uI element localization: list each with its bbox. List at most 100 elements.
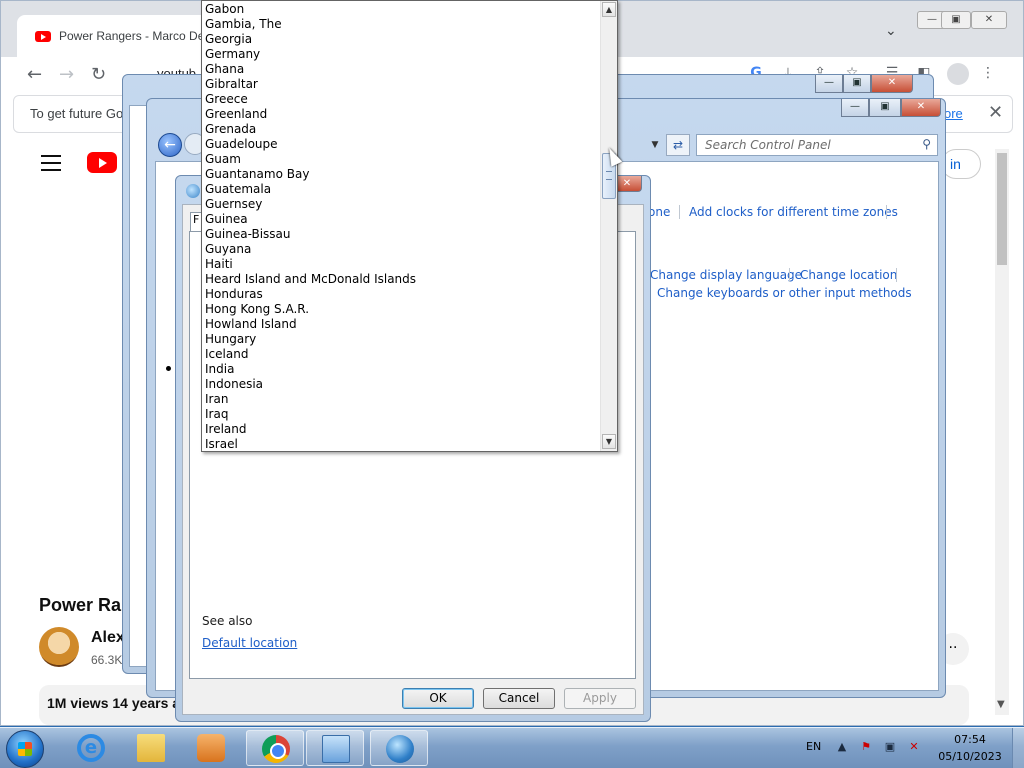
change-location-link[interactable]: Change location	[800, 268, 897, 282]
control-panel-icon	[322, 735, 350, 763]
chrome-menu-icon[interactable]: ⋮	[979, 65, 997, 83]
link-separator	[789, 268, 790, 282]
default-location-link[interactable]: Default location	[202, 636, 297, 650]
infobar-close-icon[interactable]: ✕	[988, 102, 1003, 123]
magnifier-icon[interactable]: ⚲	[922, 137, 931, 151]
youtube-logo[interactable]	[87, 152, 117, 173]
time-zone-link[interactable]: one	[648, 205, 670, 219]
cp-maximize-button[interactable]: ▣	[869, 99, 901, 117]
cp-minimize-button[interactable]: —	[841, 99, 869, 117]
country-option[interactable]: Honduras	[205, 287, 597, 302]
country-option[interactable]: Indonesia	[205, 377, 597, 392]
country-option[interactable]: Ghana	[205, 62, 597, 77]
network-icon[interactable]: ▣	[882, 740, 898, 756]
tab-title: Power Rangers - Marco Des	[59, 29, 211, 43]
region-globe-icon	[186, 184, 200, 198]
country-option[interactable]: Grenada	[205, 122, 597, 137]
country-option[interactable]: Guam	[205, 152, 597, 167]
country-option[interactable]: Gambia, The	[205, 17, 597, 32]
show-hidden-icons-icon[interactable]: ▲	[834, 740, 850, 756]
change-display-language-link[interactable]: Change display language	[650, 268, 802, 282]
back-arrow-icon[interactable]: ←	[27, 64, 42, 85]
page-scrollbar-thumb[interactable]	[997, 153, 1007, 265]
taskbar-control-panel-button[interactable]	[306, 730, 364, 766]
address-dropdown-icon[interactable]: ▼	[646, 136, 664, 154]
country-option[interactable]: Guadeloupe	[205, 137, 597, 152]
country-option[interactable]: Greece	[205, 92, 597, 107]
link-separator	[679, 205, 680, 219]
chrome-maximize-button[interactable]: ▣	[941, 11, 971, 29]
country-option[interactable]: Hong Kong S.A.R.	[205, 302, 597, 317]
forward-arrow-icon[interactable]: →	[59, 64, 74, 85]
country-option[interactable]: Haiti	[205, 257, 597, 272]
country-option[interactable]: Germany	[205, 47, 597, 62]
show-desktop-button[interactable]	[1012, 728, 1024, 768]
scroll-up-arrow-icon[interactable]: ▲	[602, 2, 616, 17]
country-option[interactable]: Guantanamo Bay	[205, 167, 597, 182]
infobar-link[interactable]: ore	[944, 106, 963, 121]
explorer-icon	[137, 734, 165, 762]
country-option[interactable]: Hungary	[205, 332, 597, 347]
cp-search-input[interactable]: Search Control Panel ⚲	[696, 134, 938, 156]
country-option[interactable]: Guatemala	[205, 182, 597, 197]
ok-button[interactable]: OK	[402, 688, 474, 709]
country-dropdown-list[interactable]: Gabon Gambia, The Georgia Germany Ghana Gibra…	[201, 0, 618, 452]
scroll-down-arrow-icon[interactable]: ▼	[997, 699, 1005, 710]
country-option[interactable]: Gibraltar	[205, 77, 597, 92]
apply-button[interactable]: Apply	[564, 688, 636, 709]
youtube-favicon-icon	[35, 31, 51, 42]
ie-icon: e	[77, 734, 105, 762]
cp-back-arrow-icon[interactable]: ←	[158, 133, 182, 157]
see-also-heading: See also	[202, 614, 253, 628]
link-separator	[886, 205, 887, 219]
tab-search-chevron-icon[interactable]: ⌄	[885, 23, 897, 39]
chrome-icon	[262, 735, 290, 763]
back-window-close-button[interactable]: ✕	[871, 75, 913, 93]
country-option[interactable]: Israel	[205, 437, 597, 451]
taskbar-explorer-button[interactable]	[122, 730, 180, 766]
profile-avatar[interactable]	[947, 63, 969, 85]
cp-refresh-icon[interactable]: ⇄	[666, 134, 690, 156]
country-option[interactable]: Iceland	[205, 347, 597, 362]
change-keyboards-link[interactable]: Change keyboards or other input methods	[657, 286, 912, 300]
country-option[interactable]: Greenland	[205, 107, 597, 122]
clock-time[interactable]: 07:54	[940, 733, 1000, 746]
country-option[interactable]: Guernsey	[205, 197, 597, 212]
country-option[interactable]: Heard Island and McDonald Islands	[205, 272, 597, 287]
country-option[interactable]: Guinea	[205, 212, 597, 227]
taskbar-media-button[interactable]	[182, 730, 240, 766]
country-option[interactable]: Howland Island	[205, 317, 597, 332]
language-indicator[interactable]: EN	[806, 740, 821, 753]
country-option[interactable]: Ireland	[205, 422, 597, 437]
add-clocks-link[interactable]: Add clocks for different time zones	[689, 205, 898, 219]
back-window-minimize-button[interactable]: —	[815, 75, 843, 93]
chrome-close-button[interactable]: ✕	[971, 11, 1007, 29]
video-title: Power Ran	[39, 595, 133, 615]
start-button[interactable]	[6, 730, 44, 768]
reload-icon[interactable]: ↻	[91, 64, 106, 85]
dropdown-scrollbar[interactable]: ▲ ▼	[600, 1, 617, 451]
channel-avatar[interactable]	[39, 627, 79, 667]
taskbar-ie-button[interactable]: e	[62, 730, 120, 766]
country-option[interactable]: Gabon	[205, 2, 597, 17]
youtube-menu-icon[interactable]	[41, 155, 61, 171]
taskbar-chrome-button[interactable]	[246, 730, 304, 766]
country-option[interactable]: Guyana	[205, 242, 597, 257]
page-scrollbar[interactable]	[995, 149, 1009, 715]
country-option[interactable]: Georgia	[205, 32, 597, 47]
country-option[interactable]: Iran	[205, 392, 597, 407]
volume-muted-icon[interactable]: ✕	[906, 740, 922, 756]
clock-date[interactable]: 05/10/2023	[936, 750, 1004, 763]
channel-name[interactable]: Alex	[91, 629, 125, 647]
cp-close-button[interactable]: ✕	[901, 99, 941, 117]
scroll-down-arrow-icon[interactable]: ▼	[602, 434, 616, 449]
cancel-button[interactable]: Cancel	[483, 688, 555, 709]
back-window-maximize-button[interactable]: ▣	[843, 75, 871, 93]
country-option[interactable]: Guinea-Bissau	[205, 227, 597, 242]
country-option[interactable]: India	[205, 362, 597, 377]
sign-in-button[interactable]: in	[941, 149, 981, 179]
action-center-flag-icon[interactable]: ⚑	[858, 740, 874, 756]
chrome-tab[interactable]: Power Rangers - Marco Des	[17, 15, 217, 57]
taskbar-region-button[interactable]	[370, 730, 428, 766]
country-option[interactable]: Iraq	[205, 407, 597, 422]
